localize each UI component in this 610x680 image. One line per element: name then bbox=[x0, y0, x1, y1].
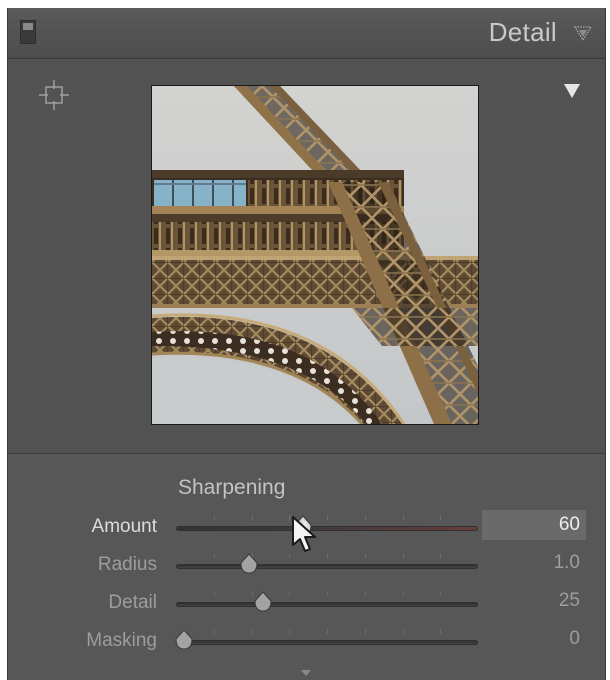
slider-label-radius: Radius bbox=[97, 554, 157, 575]
slider-thumb-detail[interactable] bbox=[253, 591, 273, 613]
slider-tick bbox=[327, 629, 328, 634]
detail-panel: Detail Sharpening Amount 60 Radius 1.0 D… bbox=[7, 8, 606, 680]
slider-tick bbox=[403, 591, 404, 596]
slider-track-radius[interactable] bbox=[176, 564, 478, 569]
slider-row-detail: Detail 25 bbox=[8, 586, 605, 620]
sharpening-section: Sharpening Amount 60 Radius 1.0 Detail 2… bbox=[8, 454, 605, 680]
arrow-cursor-icon bbox=[292, 516, 316, 552]
slider-tick bbox=[214, 515, 215, 520]
triangle-down-icon[interactable] bbox=[573, 24, 593, 42]
slider-tick bbox=[252, 515, 253, 520]
panel-title: Detail bbox=[488, 17, 557, 47]
slider-tick bbox=[365, 591, 366, 596]
slider-track-masking[interactable] bbox=[176, 640, 478, 645]
slider-value-radius[interactable]: 1.0 bbox=[482, 548, 586, 578]
slider-ticks bbox=[176, 553, 478, 561]
slider-track-detail[interactable] bbox=[176, 602, 478, 607]
panel-switch-icon[interactable] bbox=[20, 20, 36, 44]
slider-ticks bbox=[176, 591, 478, 599]
slider-tick bbox=[365, 629, 366, 634]
triangle-down-icon[interactable] bbox=[563, 83, 581, 99]
panel-header[interactable]: Detail bbox=[8, 8, 605, 59]
slider-tick bbox=[214, 629, 215, 634]
slider-tick bbox=[327, 553, 328, 558]
slider-tick bbox=[403, 515, 404, 520]
slider-tick bbox=[289, 591, 290, 596]
slider-label-detail: Detail bbox=[108, 592, 157, 613]
slider-tick bbox=[252, 629, 253, 634]
slider-value-masking[interactable]: 0 bbox=[482, 624, 586, 654]
detail-preview-area bbox=[8, 59, 605, 454]
section-title-sharpening: Sharpening bbox=[178, 476, 286, 499]
slider-tick bbox=[365, 515, 366, 520]
slider-tick bbox=[440, 515, 441, 520]
slider-tick bbox=[214, 591, 215, 596]
slider-tick bbox=[327, 591, 328, 596]
eiffel-tower-preview bbox=[152, 86, 478, 424]
slider-tick bbox=[403, 553, 404, 558]
slider-label-masking: Masking bbox=[86, 630, 157, 651]
slider-thumb-radius[interactable] bbox=[239, 553, 259, 575]
slider-label-amount: Amount bbox=[91, 516, 157, 537]
slider-tick bbox=[327, 515, 328, 520]
slider-value-amount[interactable]: 60 bbox=[482, 510, 586, 540]
slider-tick bbox=[440, 553, 441, 558]
slider-tick bbox=[440, 629, 441, 634]
slider-ticks bbox=[176, 629, 478, 637]
slider-tick bbox=[365, 553, 366, 558]
slider-value-detail[interactable]: 25 bbox=[482, 586, 586, 616]
slider-row-masking: Masking 0 bbox=[8, 624, 605, 658]
slider-ticks bbox=[176, 515, 478, 523]
slider-tick bbox=[289, 629, 290, 634]
detail-preview-image[interactable] bbox=[151, 85, 479, 425]
slider-track-amount[interactable] bbox=[176, 526, 478, 531]
slider-tick bbox=[214, 553, 215, 558]
chevron-down-icon[interactable] bbox=[300, 669, 312, 677]
slider-thumb-masking[interactable] bbox=[174, 629, 194, 651]
crosshair-target-icon[interactable] bbox=[38, 79, 70, 111]
slider-tick bbox=[440, 591, 441, 596]
slider-tick bbox=[403, 629, 404, 634]
